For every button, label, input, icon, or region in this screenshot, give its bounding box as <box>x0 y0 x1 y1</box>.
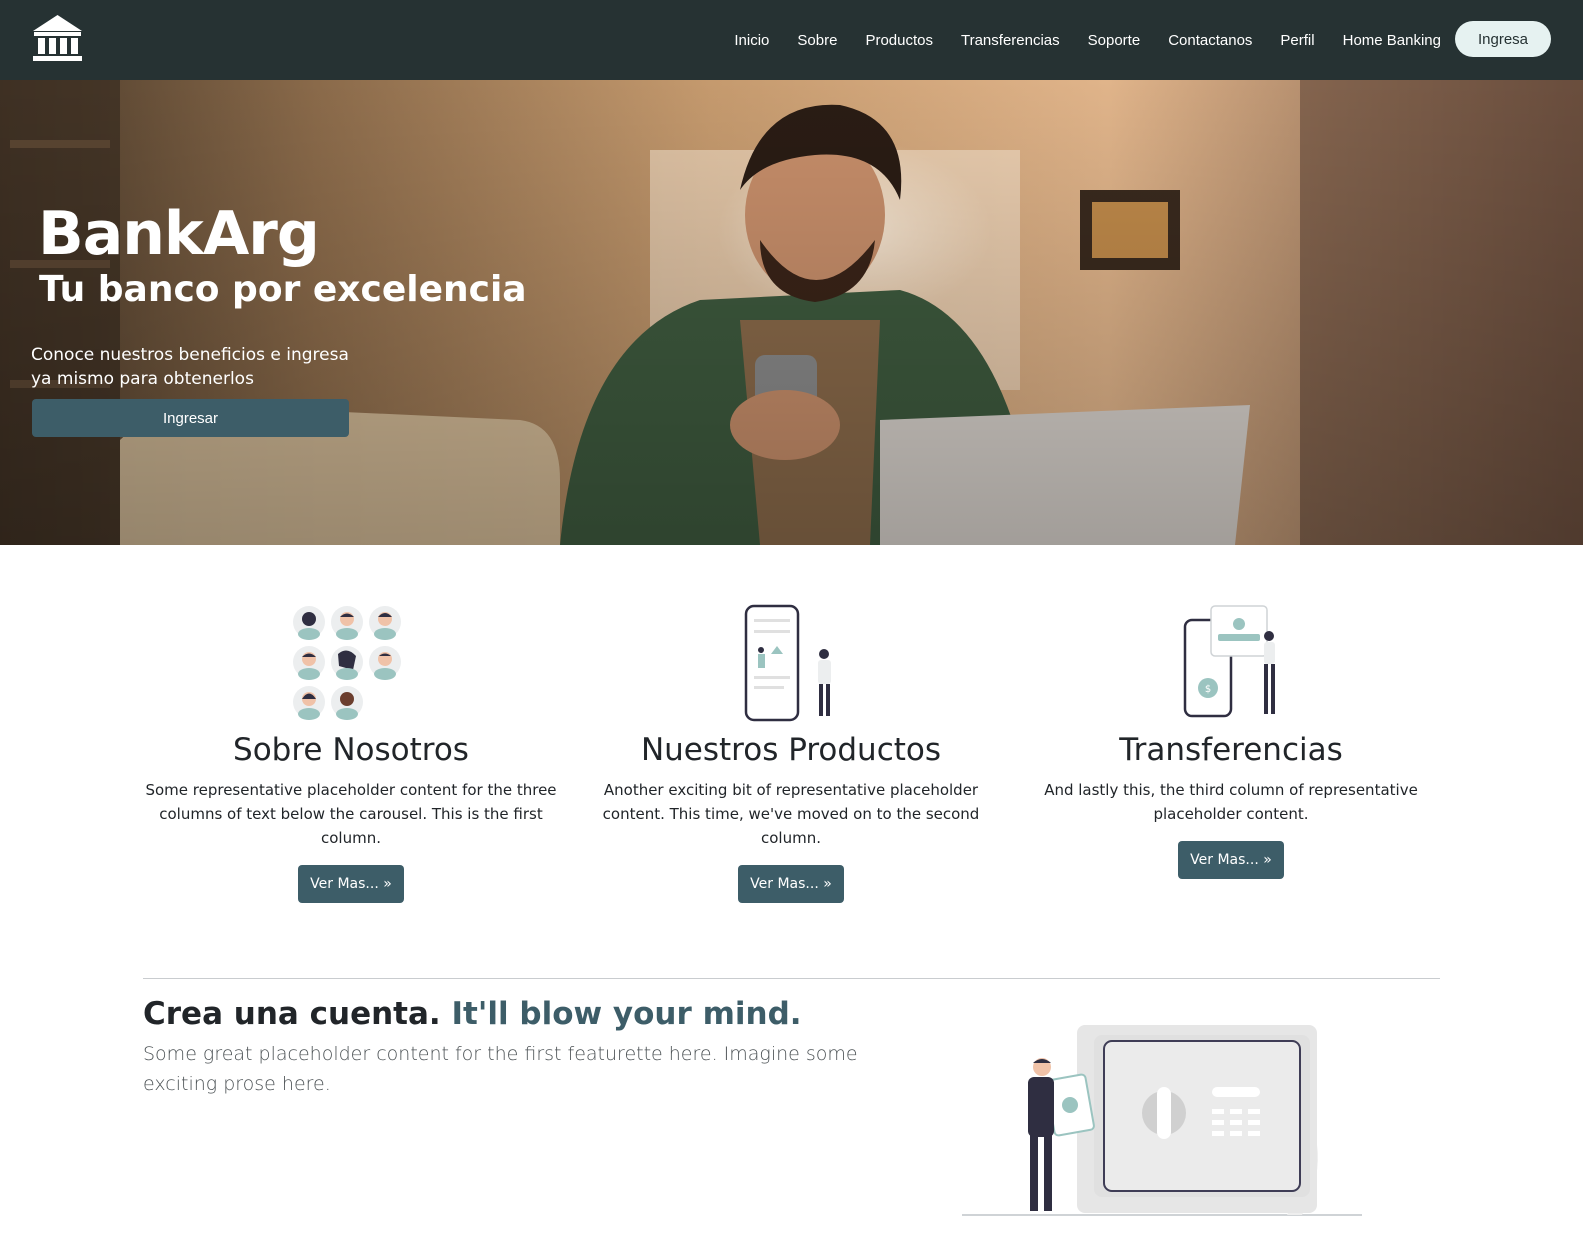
featurette-divider <box>143 978 1440 979</box>
main-nav: Inicio Sobre Productos Transferencias So… <box>706 0 1441 80</box>
column-text: And lastly this, the third column of rep… <box>1044 781 1418 823</box>
hero-photo <box>0 80 1583 545</box>
column-title: Nuestros Productos <box>640 732 942 768</box>
team-avatars-illustration <box>293 606 401 720</box>
column-sobre-nosotros: Sobre Nosotros Some representative place… <box>131 604 571 903</box>
hero-banner: BankArg Tu banco por excelencia Conoce n… <box>0 80 1583 545</box>
mobile-app-illustration <box>744 604 831 722</box>
column-text: Some representative placeholder content … <box>145 781 557 847</box>
featurette-heading-main: Crea una cuenta. <box>143 996 441 1032</box>
nav-link-inicio[interactable]: Inicio <box>734 32 769 49</box>
navbar: Inicio Sobre Productos Transferencias So… <box>0 0 1583 80</box>
featurette-heading: Crea una cuenta. It'll blow your mind. <box>143 996 802 1032</box>
money-transfer-illustration: $ <box>1183 605 1275 718</box>
ver-mas-button[interactable]: Ver Mas... » <box>1178 841 1284 879</box>
ver-mas-button[interactable]: Ver Mas... » <box>738 865 844 903</box>
ingresa-button[interactable]: Ingresa <box>1455 21 1551 57</box>
nav-link-sobre[interactable]: Sobre <box>797 32 837 49</box>
hero-text: Conoce nuestros beneficios e ingresa ya … <box>31 345 349 389</box>
nav-link-soporte[interactable]: Soporte <box>1088 32 1141 49</box>
nav-link-perfil[interactable]: Perfil <box>1280 32 1314 49</box>
featurette-lead: Some great placeholder content for the f… <box>143 1043 858 1095</box>
ver-mas-button[interactable]: Ver Mas... » <box>298 865 404 903</box>
nav-link-contactanos[interactable]: Contactanos <box>1168 32 1252 49</box>
nav-link-home-banking[interactable]: Home Banking <box>1343 32 1441 49</box>
column-nuestros-productos: Nuestros Productos Another exciting bit … <box>571 604 1011 903</box>
nav-link-transferencias[interactable]: Transferencias <box>961 32 1060 49</box>
bank-logo-icon[interactable] <box>31 14 84 63</box>
column-text: Another exciting bit of representative p… <box>602 781 980 847</box>
hero-title: BankArg <box>38 199 320 269</box>
column-title: Transferencias <box>1119 732 1343 768</box>
featurette-heading-accent: It'll blow your mind. <box>451 996 802 1032</box>
nav-link-productos[interactable]: Productos <box>865 32 933 49</box>
vault-safe-illustration <box>962 1025 1362 1216</box>
hero-subtitle: Tu banco por excelencia <box>39 269 527 310</box>
ingresar-button[interactable]: Ingresar <box>32 399 349 437</box>
column-transferencias: $ Transferencias And lastly this, the th… <box>1011 604 1451 879</box>
svg-text:$: $ <box>1205 684 1211 695</box>
column-title: Sobre Nosotros <box>233 732 469 768</box>
